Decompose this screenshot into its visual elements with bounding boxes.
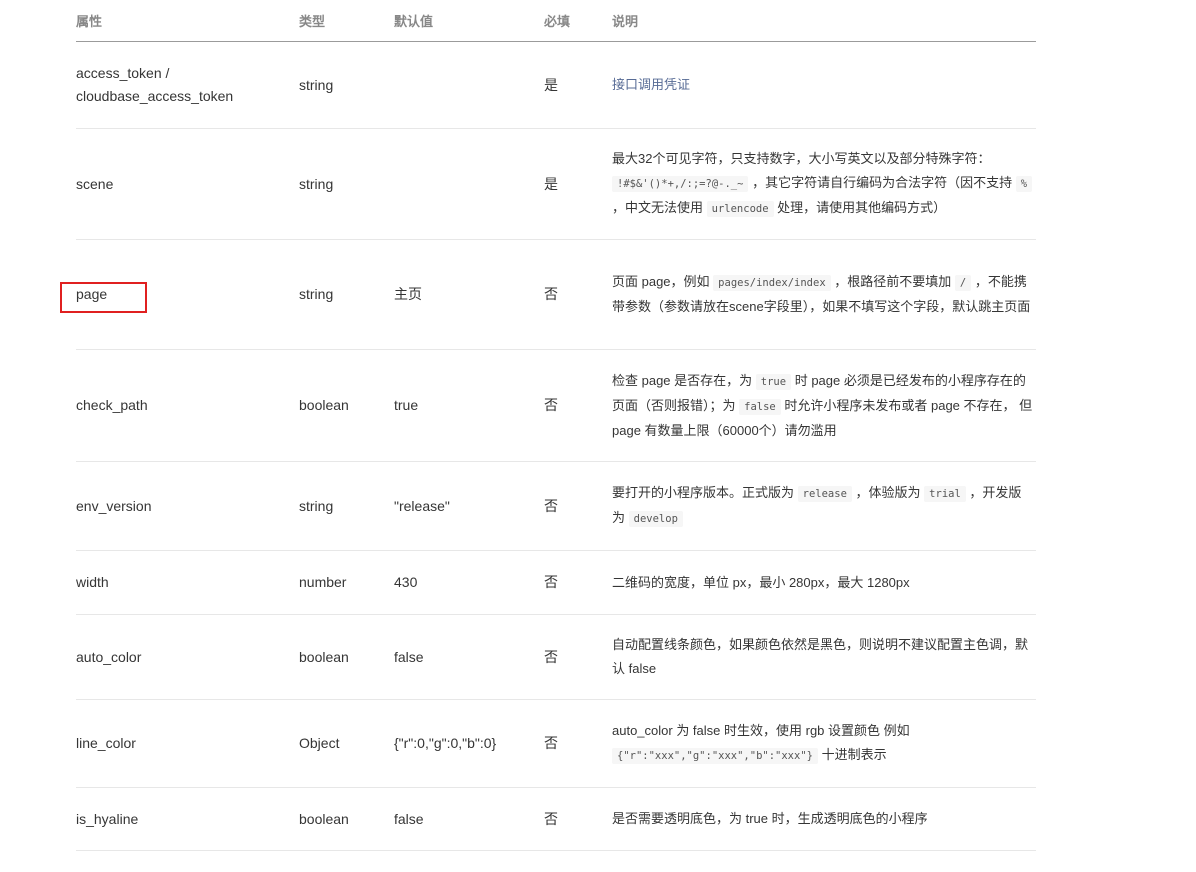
param-type: number <box>299 550 394 615</box>
param-name: check_path <box>76 349 299 462</box>
table-row: auto_color boolean false 否 自动配置线条颜色，如果颜色… <box>76 614 1036 700</box>
params-table-container: 属性 类型 默认值 必填 说明 access_token / cloudbase… <box>76 0 1036 851</box>
param-default: {"r":0,"g":0,"b":0} <box>394 699 544 788</box>
param-name: env_version <box>76 461 299 551</box>
param-name: page <box>76 239 299 350</box>
code-snippet: urlencode <box>706 201 774 217</box>
param-default <box>394 41 544 129</box>
code-snippet: release <box>797 486 852 502</box>
desc-text: auto_color 为 false 时生效，使用 rgb 设置颜色 例如 <box>612 723 910 738</box>
code-snippet: trial <box>924 486 966 502</box>
header-required: 必填 <box>544 0 612 42</box>
param-type: boolean <box>299 787 394 851</box>
param-name: access_token / cloudbase_access_token <box>76 41 299 129</box>
param-required: 否 <box>544 550 612 615</box>
desc-text: 十进制表示 <box>821 747 887 762</box>
desc-text: 处理，请使用其他编码方式） <box>777 200 947 215</box>
param-required: 否 <box>544 349 612 462</box>
table-row: check_path boolean true 否 检查 page 是否存在，为… <box>76 349 1036 462</box>
param-type: Object <box>299 699 394 788</box>
code-snippet: true <box>755 373 792 390</box>
param-default: 430 <box>394 550 544 615</box>
param-name: line_color <box>76 699 299 788</box>
param-desc: 检查 page 是否存在，为 true 时 page 必须是已经发布的小程序存在… <box>612 349 1036 462</box>
desc-text: 最大32个可见字符，只支持数字，大小写英文以及部分特殊字符： <box>612 151 991 166</box>
code-snippet: develop <box>628 511 683 527</box>
table-header-row: 属性 类型 默认值 必填 说明 <box>76 0 1036 42</box>
param-desc: 要打开的小程序版本。正式版为 release ，体验版为 trial ，开发版为… <box>612 461 1036 551</box>
header-desc: 说明 <box>612 0 1036 42</box>
param-name: width <box>76 550 299 615</box>
param-required: 否 <box>544 699 612 788</box>
param-name: auto_color <box>76 614 299 700</box>
param-name-line: access_token / <box>76 65 170 81</box>
param-default: false <box>394 787 544 851</box>
param-desc: 最大32个可见字符，只支持数字，大小写英文以及部分特殊字符： !#$&'()*+… <box>612 128 1036 240</box>
param-desc: 自动配置线条颜色，如果颜色依然是黑色，则说明不建议配置主色调，默认 false <box>612 614 1036 700</box>
param-required: 否 <box>544 461 612 551</box>
table-row: page string 主页 否 页面 page，例如 pages/index/… <box>76 239 1036 350</box>
params-table: 属性 类型 默认值 必填 说明 access_token / cloudbase… <box>76 0 1036 851</box>
code-snippet: % <box>1015 176 1033 192</box>
param-default: 主页 <box>394 239 544 350</box>
param-name-line: cloudbase_access_token <box>76 88 234 104</box>
table-row: env_version string "release" 否 要打开的小程序版本… <box>76 461 1036 551</box>
header-default: 默认值 <box>394 0 544 42</box>
access-token-link[interactable]: 接口调用凭证 <box>612 77 690 92</box>
param-required: 否 <box>544 787 612 851</box>
code-snippet: / <box>954 275 972 291</box>
desc-text: ，其它字符请自行编码为合法字符（因不支持 <box>752 175 1013 190</box>
table-row: scene string 是 最大32个可见字符，只支持数字，大小写英文以及部分… <box>76 128 1036 240</box>
param-required: 是 <box>544 128 612 240</box>
param-default <box>394 128 544 240</box>
param-type: boolean <box>299 614 394 700</box>
code-snippet: pages/index/index <box>713 275 831 291</box>
code-snippet: false <box>739 398 781 415</box>
param-desc: 二维码的宽度，单位 px，最小 280px，最大 1280px <box>612 550 1036 615</box>
param-required: 否 <box>544 614 612 700</box>
param-required: 否 <box>544 239 612 350</box>
table-row: width number 430 否 二维码的宽度，单位 px，最小 280px… <box>76 550 1036 615</box>
param-required: 是 <box>544 41 612 129</box>
param-type: boolean <box>299 349 394 462</box>
param-name: scene <box>76 128 299 240</box>
param-desc: 接口调用凭证 <box>612 41 1036 129</box>
param-default: "release" <box>394 461 544 551</box>
header-type: 类型 <box>299 0 394 42</box>
param-type: string <box>299 41 394 129</box>
param-type: string <box>299 128 394 240</box>
desc-text: ，中文无法使用 <box>612 200 704 215</box>
table-row: access_token / cloudbase_access_token st… <box>76 41 1036 129</box>
table-row: is_hyaline boolean false 否 是否需要透明底色，为 tr… <box>76 787 1036 851</box>
param-desc: 是否需要透明底色，为 true 时，生成透明底色的小程序 <box>612 787 1036 851</box>
param-desc: 页面 page，例如 pages/index/index ，根路径前不要填加 /… <box>612 239 1036 350</box>
code-snippet: {"r":"xxx","g":"xxx","b":"xxx"} <box>612 748 818 764</box>
desc-text: 检查 page 是否存在，为 <box>612 372 753 388</box>
desc-text: 页面 page，例如 <box>612 274 710 289</box>
param-default: true <box>394 349 544 462</box>
param-default: false <box>394 614 544 700</box>
desc-text: ，根路径前不要填加 <box>834 274 952 289</box>
param-name: is_hyaline <box>76 787 299 851</box>
param-desc: auto_color 为 false 时生效，使用 rgb 设置颜色 例如 {"… <box>612 699 1036 788</box>
desc-text: 要打开的小程序版本。正式版为 <box>612 485 795 500</box>
table-row: line_color Object {"r":0,"g":0,"b":0} 否 … <box>76 699 1036 788</box>
desc-text: ，体验版为 <box>855 485 921 500</box>
header-attr: 属性 <box>76 0 299 42</box>
param-type: string <box>299 239 394 350</box>
param-type: string <box>299 461 394 551</box>
code-snippet: !#$&'()*+,/:;=?@-._~ <box>612 176 749 192</box>
